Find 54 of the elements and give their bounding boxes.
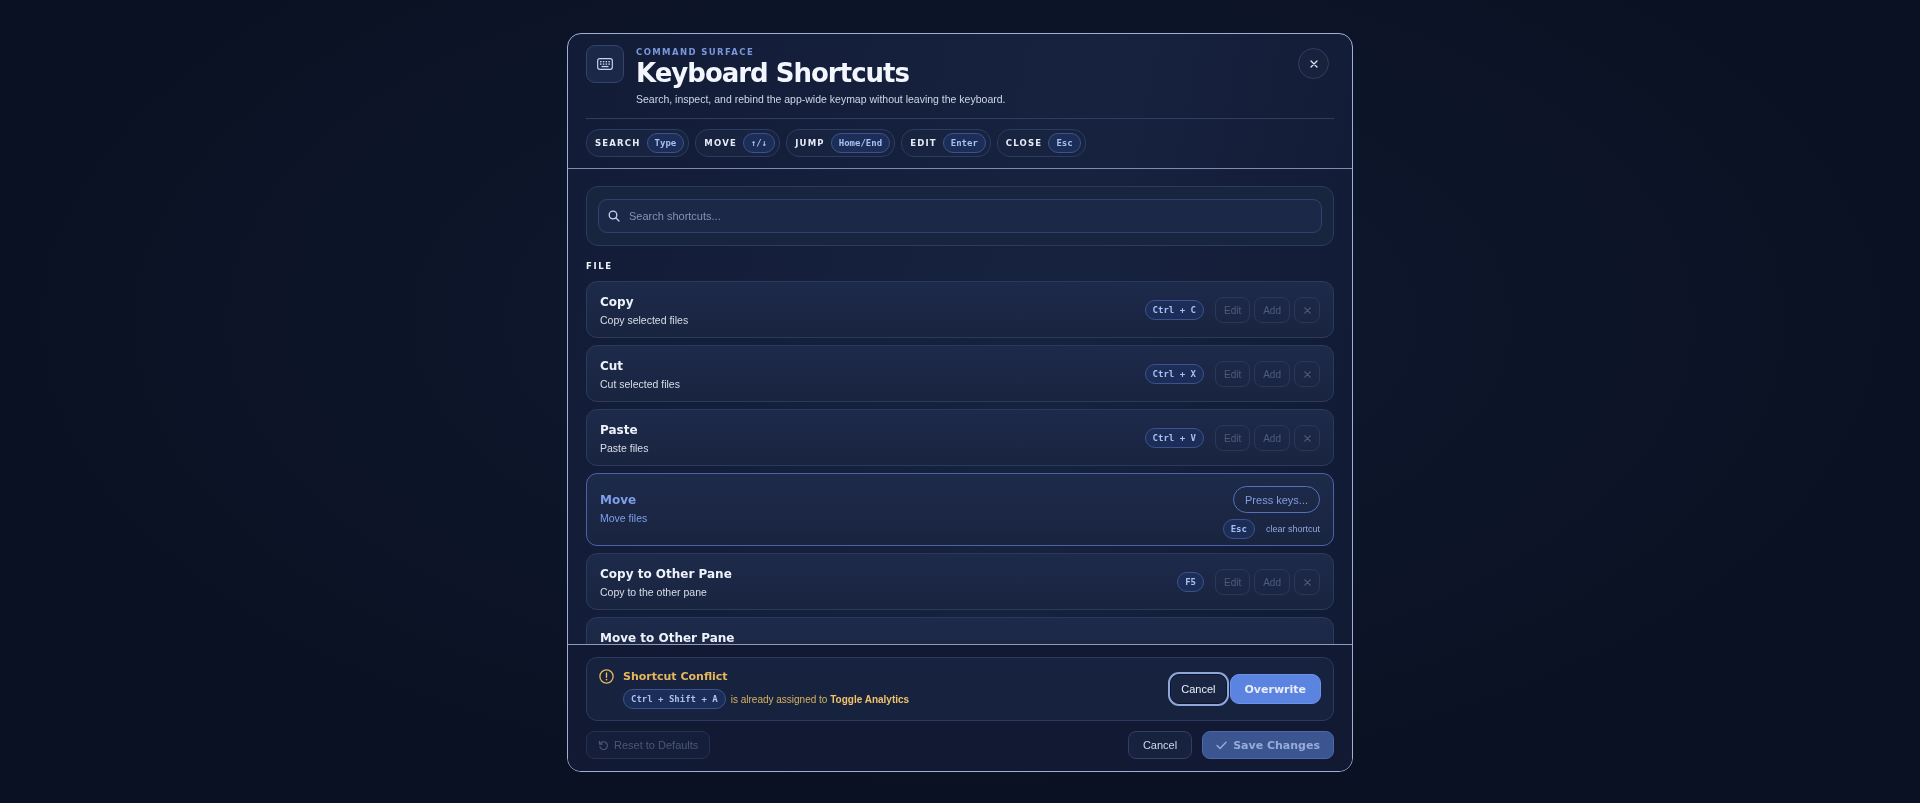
shortcut-title: Paste xyxy=(600,423,639,437)
key-combo: Enter xyxy=(942,133,986,153)
close-icon xyxy=(1302,433,1312,443)
key-combo: Esc xyxy=(1222,519,1255,539)
shortcut-row[interactable]: Move to Other Pane xyxy=(586,617,1334,644)
search-field[interactable]: Search shortcuts... xyxy=(598,199,1322,233)
key-combo: Home/End xyxy=(830,133,891,153)
shortcut-row-recording[interactable]: Move Move files Press keys... Esc clear shortcut xyxy=(586,473,1334,546)
warning-icon xyxy=(599,669,614,684)
shortcut-title: Cut xyxy=(600,359,625,373)
hint-label: MOVE xyxy=(704,138,737,148)
close-icon xyxy=(1302,577,1312,587)
hint-label: EDIT xyxy=(910,138,937,148)
dialog-title: Keyboard Shortcuts xyxy=(636,58,910,88)
reset-icon xyxy=(598,739,609,751)
overwrite-button[interactable]: Overwrite xyxy=(1229,674,1321,704)
key-combo: Ctrl + X xyxy=(1144,364,1204,384)
cancel-button[interactable]: Cancel xyxy=(1170,674,1227,704)
close-icon xyxy=(1302,305,1312,315)
keyboard-icon xyxy=(586,45,624,83)
key-combo: F5 xyxy=(1177,572,1204,592)
group-heading: FILE xyxy=(586,261,614,271)
remove-button[interactable] xyxy=(1294,569,1320,595)
shortcut-title: Move xyxy=(600,493,638,507)
dialog-subtitle: Search, inspect, and rebind the app-wide keymap without leaving the keyboard. xyxy=(636,93,1006,105)
shortcut-description: Copy to the other pane xyxy=(600,586,708,598)
check-icon xyxy=(1216,740,1228,750)
shortcut-description: Paste files xyxy=(600,442,650,454)
hint-label: CLOSE xyxy=(1005,138,1043,148)
key-combo: ↑/↓ xyxy=(742,133,776,153)
shortcut-title: Move to Other Pane xyxy=(600,631,736,644)
remove-button[interactable] xyxy=(1294,425,1320,451)
key-combo: Ctrl + Shift + A xyxy=(623,689,726,709)
key-combo: Ctrl + C xyxy=(1144,300,1204,320)
key-combo: Type xyxy=(646,133,685,153)
remove-button[interactable] xyxy=(1294,297,1320,323)
cancel-button[interactable]: Cancel xyxy=(1127,731,1193,759)
clear-hint: clear shortcut xyxy=(1265,524,1320,534)
close-icon xyxy=(1302,369,1312,379)
eyebrow-label: COMMAND SURFACE xyxy=(636,47,756,57)
conflict-title: Shortcut Conflict xyxy=(623,670,728,683)
shortcut-title: Copy to Other Pane xyxy=(600,567,733,581)
hint-label: JUMP xyxy=(795,138,825,148)
key-combo: Ctrl + V xyxy=(1144,428,1204,448)
key-combo: Esc xyxy=(1048,133,1081,153)
hint-label: SEARCH xyxy=(595,138,641,148)
shortcut-title: Copy xyxy=(600,295,635,309)
shortcut-description: Move files xyxy=(600,512,649,524)
close-button[interactable] xyxy=(1298,48,1329,79)
shortcut-description: Cut selected files xyxy=(600,378,681,390)
conflict-message: is already assigned to Toggle Analytics xyxy=(730,693,910,705)
remove-button[interactable] xyxy=(1294,361,1320,387)
close-icon xyxy=(1308,58,1319,69)
shortcut-description: Copy selected files xyxy=(600,314,690,326)
